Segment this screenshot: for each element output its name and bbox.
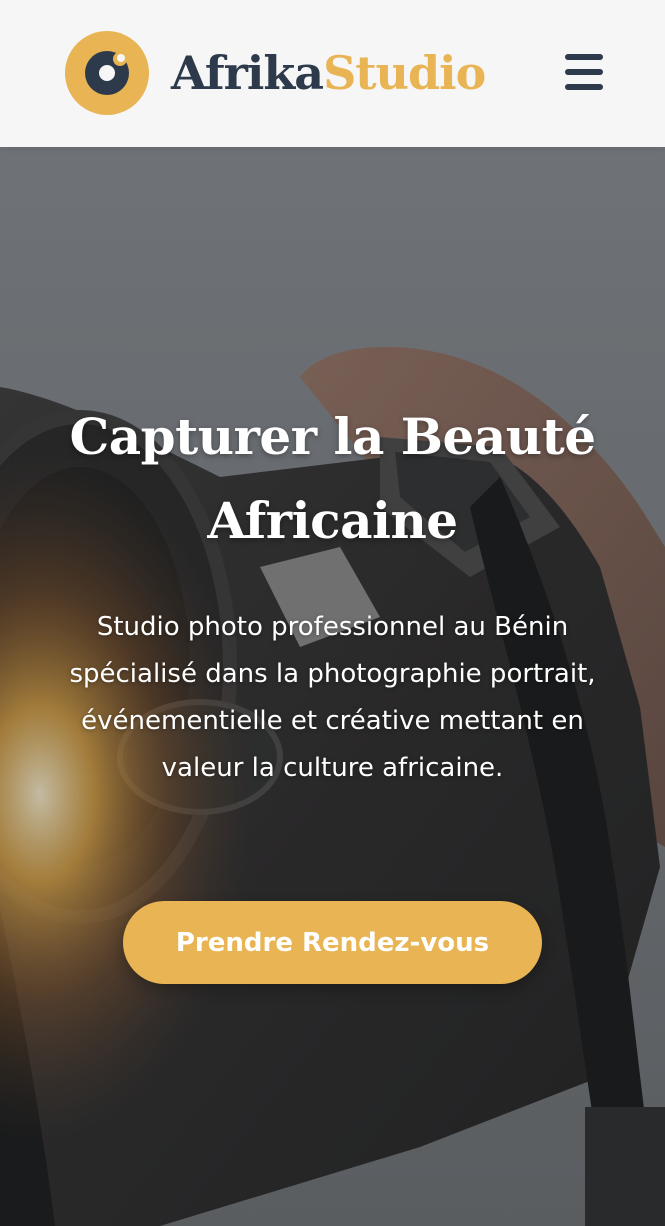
hamburger-menu-icon[interactable] — [561, 51, 607, 93]
brand-name-primary: Afrika — [171, 46, 324, 100]
hero-title-line-2: Africaine — [207, 491, 458, 550]
hero-content: Capturer la Beauté Africaine Studio photo… — [0, 147, 665, 1226]
menu-bar — [565, 69, 603, 75]
menu-bar — [565, 84, 603, 90]
hero-description: Studio photo professionnel au Bénin spéc… — [69, 612, 596, 783]
logo-link[interactable]: AfrikaStudio — [65, 31, 486, 115]
hero-section: Capturer la Beauté Africaine Studio photo… — [0, 147, 665, 1226]
book-appointment-button[interactable]: Prendre Rendez-vous — [123, 901, 542, 984]
brand-name: AfrikaStudio — [171, 50, 486, 96]
hero-title-line-1: Capturer la Beauté — [69, 407, 596, 466]
brand-name-accent: Studio — [323, 46, 486, 100]
hero-title: Capturer la Beauté Africaine — [40, 395, 625, 563]
menu-bar — [565, 54, 603, 60]
camera-lens-icon — [65, 31, 149, 115]
page: AfrikaStudio Capturer la Beauté Africain… — [0, 0, 665, 1226]
site-header: AfrikaStudio — [0, 0, 665, 147]
